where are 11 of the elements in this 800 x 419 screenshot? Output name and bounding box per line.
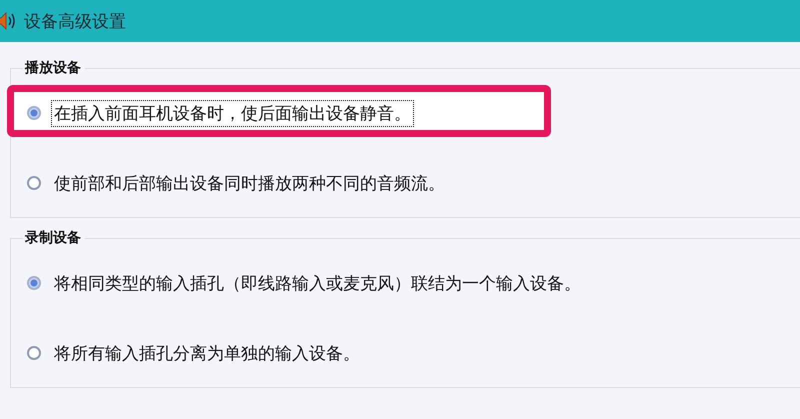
radio-button[interactable]	[27, 176, 41, 190]
group-legend: 录制设备	[23, 229, 85, 247]
window-title: 设备高级设置	[24, 10, 126, 32]
radio-button[interactable]	[27, 276, 41, 290]
option-label[interactable]: 将所有输入插孔分离为单独的输入设备。	[51, 340, 363, 366]
speaker-icon	[0, 11, 16, 31]
option-label[interactable]: 在插入前面耳机设备时，使后面输出设备静音。	[51, 100, 414, 126]
option-label[interactable]: 将相同类型的输入插孔（即线路输入或麦克风）联结为一个输入设备。	[51, 270, 584, 296]
radio-button[interactable]	[27, 346, 41, 360]
option-label[interactable]: 使前部和后部输出设备同时播放两种不同的音频流。	[51, 170, 448, 196]
group-legend: 播放设备	[23, 59, 85, 77]
